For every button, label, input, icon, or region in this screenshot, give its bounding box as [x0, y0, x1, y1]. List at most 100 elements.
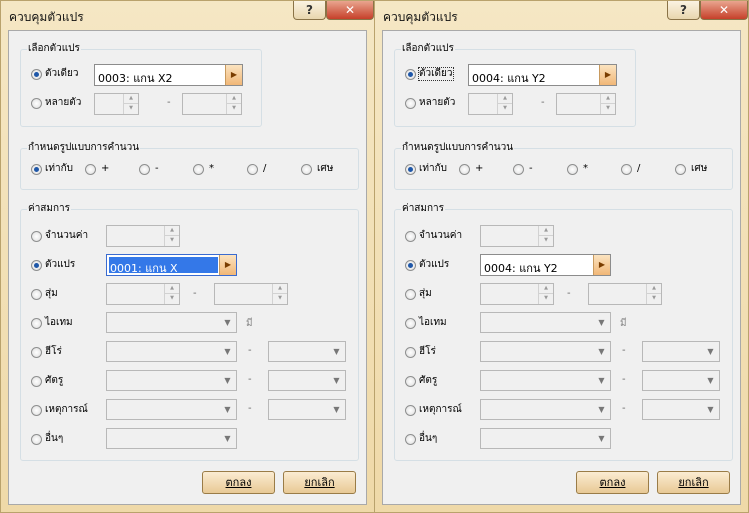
random-max-stepper[interactable]: ▲ ▼ — [214, 283, 288, 305]
radio-event[interactable] — [405, 405, 416, 416]
help-button[interactable]: ? — [293, 1, 326, 20]
chevron-down-icon[interactable]: ▼ — [328, 400, 345, 419]
stepper-arrows-icon[interactable]: ▲ ▼ — [272, 284, 287, 304]
hero-select[interactable]: ▼ — [480, 341, 611, 362]
range-end-stepper[interactable]: ▲ ▼ — [556, 93, 616, 115]
radio-op-mod[interactable] — [301, 164, 312, 175]
chevron-right-icon[interactable]: ▶ — [225, 65, 242, 85]
stepper-arrows-icon[interactable]: ▲ ▼ — [538, 226, 553, 246]
hero-attr-select[interactable]: ▼ — [642, 341, 720, 362]
chevron-down-icon[interactable]: ▼ — [593, 371, 610, 390]
event-attr-select[interactable]: ▼ — [642, 399, 720, 420]
chevron-down-icon[interactable]: ▼ — [219, 400, 236, 419]
radio-hero[interactable] — [405, 347, 416, 358]
operand-variable-select[interactable]: 0004: แกน Y2 ▶ — [480, 254, 611, 276]
radio-op-add[interactable] — [459, 164, 470, 175]
event-select[interactable]: ▼ — [480, 399, 611, 420]
enemy-select[interactable]: ▼ — [480, 370, 611, 391]
radio-other[interactable] — [31, 434, 42, 445]
radio-constant[interactable] — [405, 231, 416, 242]
cancel-button[interactable]: ยกเลิก — [657, 471, 730, 494]
stepper-arrows-icon[interactable]: ▲ ▼ — [164, 284, 179, 304]
chevron-down-icon[interactable]: ▼ — [593, 400, 610, 419]
radio-op-mul[interactable] — [193, 164, 204, 175]
radio-random[interactable] — [405, 289, 416, 300]
radio-constant[interactable] — [31, 231, 42, 242]
enemy-attr-select[interactable]: ▼ — [268, 370, 346, 391]
radio-op-div[interactable] — [247, 164, 258, 175]
radio-single[interactable] — [31, 69, 42, 80]
stepper-arrows-icon[interactable]: ▲ ▼ — [600, 94, 615, 114]
other-select[interactable]: ▼ — [480, 428, 611, 449]
chevron-down-icon[interactable]: ▼ — [328, 342, 345, 361]
item-select[interactable]: ▼ — [106, 312, 237, 333]
radio-variable[interactable] — [31, 260, 42, 271]
variable-select[interactable]: 0004: แกน Y2 ▶ — [468, 64, 617, 86]
chevron-down-icon[interactable]: ▼ — [593, 342, 610, 361]
chevron-down-icon[interactable]: ▼ — [219, 371, 236, 390]
variable-select[interactable]: 0003: แกน X2 ▶ — [94, 64, 243, 86]
help-button[interactable]: ? — [667, 1, 700, 20]
operand-variable-select[interactable]: 0001: แกน X ▶ — [106, 254, 237, 276]
chevron-down-icon[interactable]: ▼ — [328, 371, 345, 390]
radio-op-set[interactable] — [31, 164, 42, 175]
radio-item[interactable] — [405, 318, 416, 329]
event-select[interactable]: ▼ — [106, 399, 237, 420]
radio-hero[interactable] — [31, 347, 42, 358]
radio-op-set[interactable] — [405, 164, 416, 175]
radio-enemy[interactable] — [405, 376, 416, 387]
radio-op-sub[interactable] — [513, 164, 524, 175]
range-end-stepper[interactable]: ▲ ▼ — [182, 93, 242, 115]
other-select[interactable]: ▼ — [106, 428, 237, 449]
random-min-stepper[interactable]: ▲ ▼ — [480, 283, 554, 305]
random-max-stepper[interactable]: ▲ ▼ — [588, 283, 662, 305]
constant-stepper[interactable]: ▲ ▼ — [480, 225, 554, 247]
constant-stepper[interactable]: ▲ ▼ — [106, 225, 180, 247]
chevron-down-icon[interactable]: ▼ — [702, 371, 719, 390]
hero-select[interactable]: ▼ — [106, 341, 237, 362]
chevron-down-icon[interactable]: ▼ — [219, 342, 236, 361]
chevron-down-icon[interactable]: ▼ — [593, 429, 610, 448]
hero-attr-select[interactable]: ▼ — [268, 341, 346, 362]
radio-single[interactable] — [405, 69, 416, 80]
item-select[interactable]: ▼ — [480, 312, 611, 333]
chevron-down-icon[interactable]: ▼ — [702, 342, 719, 361]
chevron-down-icon[interactable]: ▼ — [593, 313, 610, 332]
chevron-down-icon[interactable]: ▼ — [219, 313, 236, 332]
stepper-arrows-icon[interactable]: ▲ ▼ — [538, 284, 553, 304]
close-button[interactable]: ✕ — [700, 1, 748, 20]
chevron-down-icon[interactable]: ▼ — [219, 429, 236, 448]
close-button[interactable]: ✕ — [326, 1, 374, 20]
radio-op-mod[interactable] — [675, 164, 686, 175]
range-start-stepper[interactable]: ▲ ▼ — [468, 93, 513, 115]
chevron-right-icon[interactable]: ▶ — [599, 65, 616, 85]
radio-op-add[interactable] — [85, 164, 96, 175]
enemy-select[interactable]: ▼ — [106, 370, 237, 391]
ok-button[interactable]: ตกลง — [576, 471, 649, 494]
radio-op-mul[interactable] — [567, 164, 578, 175]
stepper-arrows-icon[interactable]: ▲ ▼ — [497, 94, 512, 114]
event-attr-select[interactable]: ▼ — [268, 399, 346, 420]
range-start-stepper[interactable]: ▲ ▼ — [94, 93, 139, 115]
stepper-arrows-icon[interactable]: ▲ ▼ — [164, 226, 179, 246]
enemy-attr-select[interactable]: ▼ — [642, 370, 720, 391]
cancel-button[interactable]: ยกเลิก — [283, 471, 356, 494]
chevron-down-icon[interactable]: ▼ — [702, 400, 719, 419]
chevron-right-icon[interactable]: ▶ — [593, 255, 610, 275]
random-min-stepper[interactable]: ▲ ▼ — [106, 283, 180, 305]
radio-enemy[interactable] — [31, 376, 42, 387]
ok-button[interactable]: ตกลง — [202, 471, 275, 494]
chevron-right-icon[interactable]: ▶ — [219, 255, 236, 275]
stepper-arrows-icon[interactable]: ▲ ▼ — [226, 94, 241, 114]
radio-multiple[interactable] — [405, 98, 416, 109]
radio-op-sub[interactable] — [139, 164, 150, 175]
radio-event[interactable] — [31, 405, 42, 416]
stepper-arrows-icon[interactable]: ▲ ▼ — [123, 94, 138, 114]
radio-variable[interactable] — [405, 260, 416, 271]
radio-multiple[interactable] — [31, 98, 42, 109]
radio-other[interactable] — [405, 434, 416, 445]
stepper-arrows-icon[interactable]: ▲ ▼ — [646, 284, 661, 304]
radio-item[interactable] — [31, 318, 42, 329]
radio-op-div[interactable] — [621, 164, 632, 175]
radio-random[interactable] — [31, 289, 42, 300]
